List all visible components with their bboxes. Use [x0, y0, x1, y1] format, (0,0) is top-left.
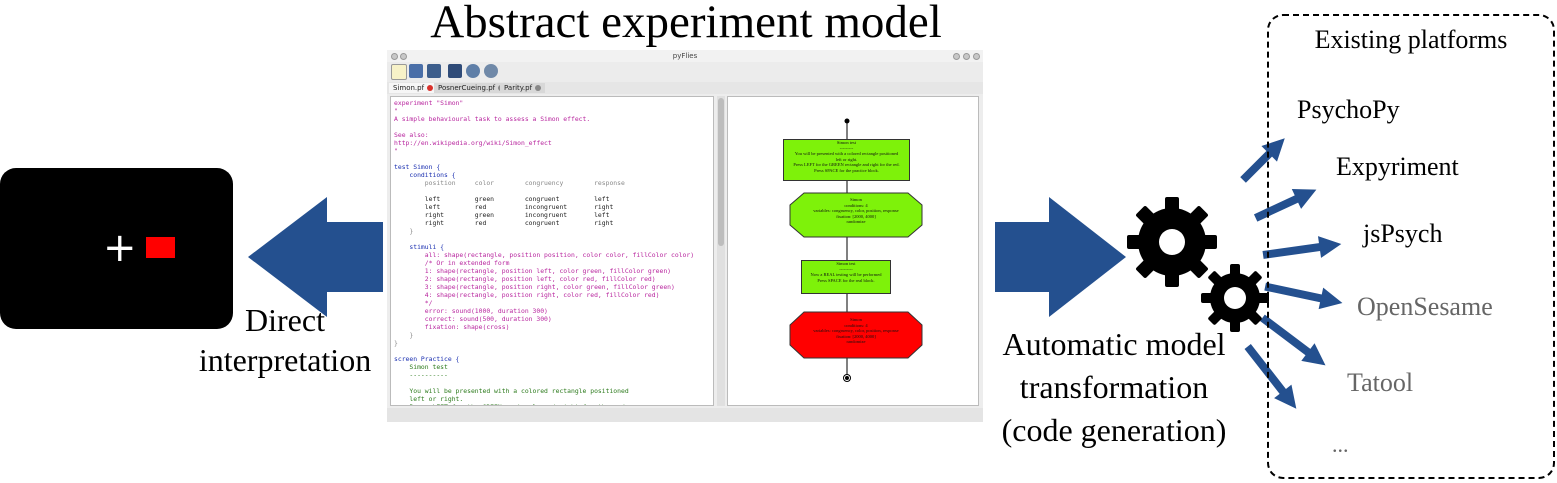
left-arrow: [248, 197, 383, 317]
close-tab-icon[interactable]: [427, 85, 434, 91]
code-line: correct: sound(500, duration 300): [394, 315, 552, 323]
code-line: /* Or in extended form: [394, 259, 510, 267]
real-screen-node: Simon test --------- Now a REAL testing …: [801, 260, 891, 294]
code-line: 3: shape(rectangle, position right, colo…: [394, 283, 675, 291]
platform-expyriment: Expyriment: [1336, 152, 1459, 181]
label-line: Automatic model: [1002, 326, 1226, 362]
code-line: right green incongruent left: [394, 211, 610, 219]
node-text: Now a REAL testing will be performed: [810, 272, 882, 277]
code-line: all: shape(rectangle, position position,…: [394, 251, 695, 259]
model-transformation-label: Automatic model transformation (code gen…: [983, 323, 1245, 452]
platform-opensesame: OpenSesame: [1357, 292, 1493, 321]
practice-screen-node: Simon test --------- You will be present…: [783, 139, 910, 181]
zoom-icon[interactable]: [466, 64, 480, 78]
flow-diagram-panel: Simon test --------- You will be present…: [727, 96, 979, 406]
code-line: 1: shape(rectangle, position left, color…: [394, 267, 672, 275]
code-line: conditions {: [394, 171, 456, 179]
label-line: (code generation): [1001, 412, 1227, 448]
tab-label: Simon.pf: [393, 84, 425, 92]
code-line: See also:: [394, 131, 429, 139]
code-line: http://en.wikipedia.org/wiki/Simon_effec…: [394, 139, 552, 147]
status-bar: [387, 408, 983, 422]
node-text: variables: congruency, color, position, …: [813, 328, 899, 333]
window-titlebar: pyFlies: [387, 50, 983, 62]
node-text: randomize: [846, 219, 866, 224]
platform-more: ...: [1332, 432, 1349, 457]
save-icon[interactable]: [427, 64, 441, 78]
code-line: fixation: shape(cross): [394, 323, 510, 331]
node-text: You will be presented with a colored rec…: [794, 151, 899, 156]
node-text: Press LEFT for the GREEN rectangle and r…: [793, 162, 900, 167]
code-line: position color congruency response: [394, 179, 625, 187]
image-icon[interactable]: [448, 64, 462, 78]
maximize-button[interactable]: [963, 53, 970, 60]
pyflies-window: pyFlies Simon.pf PosnerCueing.pf Parity.…: [387, 50, 983, 422]
editor-scrollbar-thumb[interactable]: [718, 98, 724, 246]
code-line: }: [394, 331, 414, 339]
close-button[interactable]: [973, 53, 980, 60]
code-line: }: [394, 227, 414, 235]
tab-simon[interactable]: Simon.pf: [389, 83, 438, 93]
code-line: left or right.: [394, 395, 464, 403]
code-line: */: [394, 299, 433, 307]
code-line: ----------: [394, 371, 448, 379]
flow-start-node: [844, 118, 850, 124]
gear-icon-small: [1201, 264, 1269, 332]
window-pin-button[interactable]: [400, 53, 407, 60]
tab-label: PosnerCueing.pf: [438, 84, 496, 92]
code-line: right red congruent right: [394, 219, 614, 227]
platform-jspsych: jsPsych: [1363, 219, 1443, 248]
platforms-title: Existing platforms: [1314, 25, 1508, 54]
code-line: 2: shape(rectangle, position left, color…: [394, 275, 656, 283]
node-text: Press SPACE for the practice block.: [814, 167, 879, 173]
code-line: error: sound(1000, duration 300): [394, 307, 548, 315]
code-line: You will be presented with a colored rec…: [394, 387, 629, 395]
minimize-button[interactable]: [953, 53, 960, 60]
close-tab-icon[interactable]: [535, 85, 542, 91]
code-line: A simple behavioural task to assess a Si…: [394, 115, 591, 123]
node-text: randomize: [846, 339, 866, 344]
tab-parity[interactable]: Parity.pf: [500, 83, 546, 93]
gears: [1127, 197, 1269, 332]
code-editor[interactable]: experiment "Simon" " A simple behavioural …: [390, 96, 714, 406]
code-line: left red incongruent right: [394, 203, 614, 211]
open-folder-icon[interactable]: [409, 64, 423, 78]
node-text: Press SPACE for the real block.: [817, 277, 875, 283]
label-line: Direct: [245, 302, 325, 338]
platform-tatool: Tatool: [1347, 368, 1414, 397]
direct-interpretation-label: Direct interpretation: [185, 300, 385, 380]
code-line: left green congruent left: [394, 195, 610, 203]
tab-posnercueing[interactable]: PosnerCueing.pf: [434, 83, 509, 93]
label-line: interpretation: [198, 342, 372, 378]
code-line: 4: shape(rectangle, position right, colo…: [394, 291, 660, 299]
code-line: Simon test: [394, 363, 448, 371]
gear-icon-large: [1127, 197, 1217, 287]
code-line: ": [394, 107, 398, 115]
code-line: ": [394, 147, 398, 155]
right-arrow: [995, 197, 1126, 317]
new-file-icon[interactable]: [391, 64, 407, 80]
code-line: Press LEFT for the GREEN rectangle and r…: [394, 403, 628, 405]
node-text: variables: congruency, color, position, …: [813, 208, 899, 213]
code-line: experiment "Simon": [394, 99, 464, 107]
code-line: test Simon {: [394, 163, 441, 171]
code-line: stimuli {: [394, 243, 445, 251]
window-title: pyFlies: [672, 52, 698, 60]
tab-label: Parity.pf: [504, 84, 533, 92]
platform-psychopy: PsychoPy: [1297, 95, 1400, 124]
code-line: }: [394, 339, 398, 347]
practice-test-label: Simon conditions: 4 variables: congruenc…: [804, 197, 908, 233]
settings-icon[interactable]: [484, 64, 498, 78]
label-line: transformation: [1019, 369, 1209, 405]
window-menu-button[interactable]: [391, 53, 398, 60]
code-line: screen Practice {: [394, 355, 460, 363]
real-test-label: Simon conditions: 4 variables: congruenc…: [804, 317, 908, 353]
